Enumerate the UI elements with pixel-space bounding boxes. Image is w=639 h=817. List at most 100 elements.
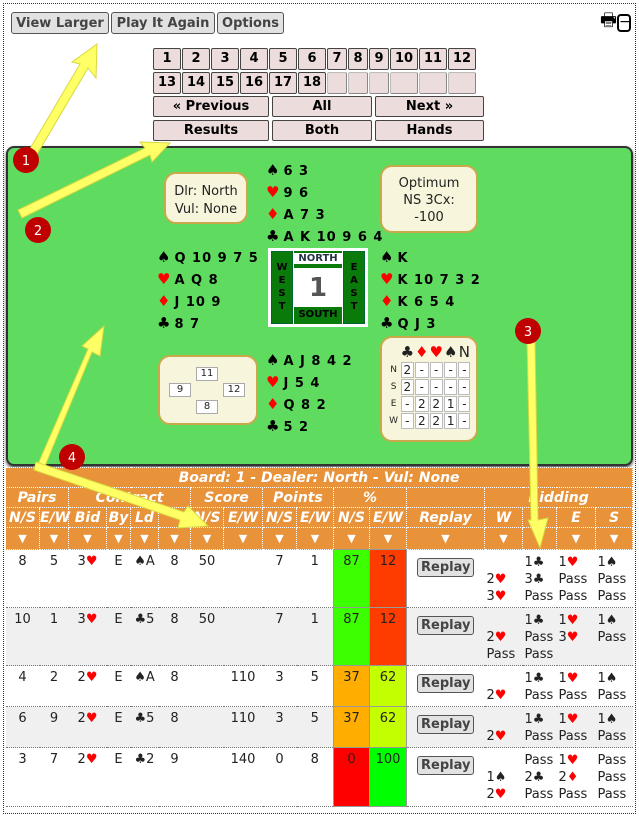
- column-header[interactable]: N/S: [5, 507, 40, 528]
- group-header: Points: [262, 487, 334, 508]
- board-button-empty: [390, 72, 418, 94]
- bidding-cell: 2♥: [484, 706, 523, 748]
- column-header[interactable]: W: [484, 507, 523, 528]
- board-button-2[interactable]: 2: [182, 48, 210, 70]
- board-button-12[interactable]: 12: [448, 48, 476, 70]
- column-header[interactable]: N/S: [333, 507, 370, 528]
- board-button-11[interactable]: 11: [419, 48, 447, 70]
- sort-arrow-icon[interactable]: ▼: [369, 527, 407, 550]
- minimize-icon[interactable]: −: [617, 14, 631, 32]
- board-button-16[interactable]: 16: [240, 72, 268, 94]
- par-suit-header: ♦: [415, 343, 429, 361]
- both-button[interactable]: Both: [272, 120, 372, 141]
- cell: 8: [158, 706, 191, 748]
- sort-arrow-icon[interactable]: ▼: [130, 527, 159, 550]
- sort-arrow-icon[interactable]: ▼: [594, 527, 634, 550]
- cell: 0: [262, 747, 297, 807]
- column-header[interactable]: Bid: [68, 507, 107, 528]
- sort-arrow-icon[interactable]: ▼: [296, 527, 334, 550]
- cards: A 7 3: [283, 208, 326, 223]
- sort-arrow-icon[interactable]: ▼: [333, 527, 370, 550]
- board-button-4[interactable]: 4: [240, 48, 268, 70]
- board-button-1[interactable]: 1: [153, 48, 181, 70]
- options-button[interactable]: Options: [217, 12, 284, 34]
- sort-arrow-icon[interactable]: ▼: [68, 527, 107, 550]
- sort-arrow-icon[interactable]: ▼: [5, 527, 40, 550]
- sort-arrow-icon[interactable]: ▼: [158, 527, 191, 550]
- column-header[interactable]: By: [106, 507, 131, 528]
- previous-button[interactable]: « Previous: [153, 96, 269, 117]
- board-button-15[interactable]: 15: [211, 72, 239, 94]
- column-header[interactable]: E: [556, 507, 596, 528]
- ew-percent: 62: [369, 665, 407, 707]
- optimum-box: Optimum NS 3Cx: -100: [380, 165, 478, 233]
- column-header[interactable]: [522, 507, 557, 528]
- column-header[interactable]: Replay: [406, 507, 485, 528]
- cell: 50: [190, 607, 224, 666]
- cell: 3: [5, 747, 40, 807]
- cell: 2♥: [68, 747, 107, 807]
- board-button-9[interactable]: 9: [369, 48, 389, 70]
- bidding-cell: 1♥ 3♥: [556, 607, 596, 666]
- sort-arrow-icon[interactable]: ▼: [406, 527, 485, 550]
- sort-arrow-icon[interactable]: ▼: [556, 527, 596, 550]
- results-button[interactable]: Results: [153, 120, 269, 141]
- replay-button[interactable]: Replay: [417, 558, 475, 577]
- cell: 110: [223, 665, 263, 707]
- column-header[interactable]: Ld: [130, 507, 159, 528]
- sort-arrow-icon[interactable]: ▼: [522, 527, 557, 550]
- column-header[interactable]: E/W: [223, 507, 263, 528]
- column-header[interactable]: E/W: [296, 507, 334, 528]
- column-header[interactable]: N/S: [262, 507, 297, 528]
- column-header[interactable]: [158, 507, 191, 528]
- replay-button[interactable]: Replay: [417, 674, 475, 693]
- sort-arrow-icon[interactable]: ▼: [39, 527, 69, 550]
- board-button-6[interactable]: 6: [298, 48, 326, 70]
- board-button-14[interactable]: 14: [182, 72, 210, 94]
- board-button-13[interactable]: 13: [153, 72, 181, 94]
- sort-arrow-icon[interactable]: ▼: [262, 527, 297, 550]
- hearts-icon: ♥: [380, 270, 395, 288]
- all-button[interactable]: All: [272, 96, 372, 117]
- board-button-18[interactable]: 18: [298, 72, 326, 94]
- compass-east: E A S T: [343, 251, 365, 324]
- par-cell: -: [429, 362, 443, 378]
- cell: 140: [223, 747, 263, 807]
- board-button-3[interactable]: 3: [211, 48, 239, 70]
- sort-arrow-icon[interactable]: ▼: [106, 527, 131, 550]
- cell: E: [106, 706, 131, 748]
- board-button-7[interactable]: 7: [327, 48, 347, 70]
- play-it-again-button[interactable]: Play It Again: [111, 12, 215, 34]
- par-suit-header: N: [458, 343, 471, 361]
- par-row: N2----: [388, 362, 471, 378]
- bidding-cell: 1♥ Pass Pass: [556, 549, 596, 608]
- board-button-empty: [348, 72, 368, 94]
- board-button-8[interactable]: 8: [348, 48, 368, 70]
- ew-percent: 12: [369, 549, 407, 608]
- board-button-17[interactable]: 17: [269, 72, 297, 94]
- cell: 9: [158, 747, 191, 807]
- replay-button[interactable]: Replay: [417, 715, 475, 734]
- hands-button[interactable]: Hands: [375, 120, 484, 141]
- bidding-cell: 2♥ 3♥: [484, 549, 523, 608]
- view-larger-button[interactable]: View Larger: [11, 12, 109, 34]
- column-header[interactable]: N/S: [190, 507, 224, 528]
- column-header[interactable]: E/W: [39, 507, 70, 528]
- printer-icon[interactable]: 🖶: [600, 10, 617, 31]
- sort-arrow-icon[interactable]: ▼: [223, 527, 263, 550]
- sort-arrow-icon[interactable]: ▼: [190, 527, 224, 550]
- sort-arrow-icon[interactable]: ▼: [484, 527, 523, 550]
- west-hearts: ♥ A Q 8: [157, 269, 259, 291]
- column-header[interactable]: E/W: [369, 507, 407, 528]
- column-header[interactable]: S: [594, 507, 634, 528]
- east-spades: ♠ K: [380, 247, 481, 269]
- replay-button[interactable]: Replay: [417, 616, 475, 635]
- bidding-cell: 2♥ Pass: [484, 607, 523, 666]
- bidding-cell: 1♠ Pass Pass: [595, 549, 633, 608]
- par-cell: -: [400, 396, 415, 412]
- board-button-10[interactable]: 10: [390, 48, 418, 70]
- replay-button[interactable]: Replay: [417, 756, 475, 775]
- cell: ♣5: [130, 607, 159, 666]
- next-button[interactable]: Next »: [375, 96, 484, 117]
- board-button-5[interactable]: 5: [269, 48, 297, 70]
